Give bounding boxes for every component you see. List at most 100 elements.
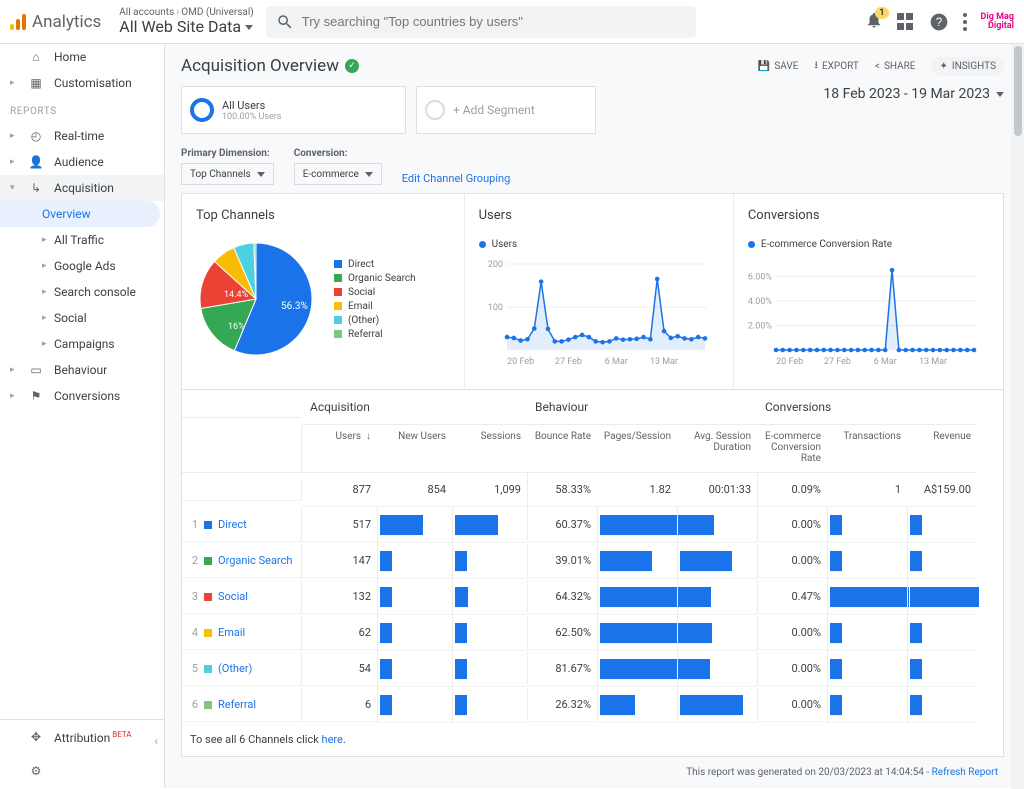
nav-home[interactable]: ⌂Home (0, 44, 164, 70)
help-icon[interactable]: ? (929, 12, 949, 32)
export-button[interactable]: ⭳EXPORT (814, 58, 858, 75)
primary-dimension-label: Primary Dimension: (181, 148, 274, 159)
col-new-users[interactable]: New Users (377, 425, 452, 473)
nav-search-console-label: Search console (54, 285, 136, 299)
svg-text:6.00%: 6.00% (748, 272, 772, 282)
account-brand[interactable]: Dig MagDigital (981, 13, 1014, 31)
col-rev[interactable]: Revenue (907, 425, 977, 473)
refresh-report-link[interactable]: Refresh Report (932, 767, 998, 778)
col-ecr[interactable]: E-commerce Conversion Rate (757, 425, 827, 473)
nav-conversions[interactable]: ▸⚑Conversions (0, 383, 164, 409)
left-nav: ⌂Home ▸▦Customisation REPORTS ▸◴Real-tim… (0, 44, 165, 788)
share-button[interactable]: <SHARE (875, 61, 916, 72)
nav-customisation-label: Customisation (54, 76, 132, 90)
svg-text:200: 200 (487, 260, 502, 270)
clock-icon: ◴ (28, 128, 44, 144)
analytics-logo[interactable]: Analytics (10, 12, 101, 32)
row-ecr: 0.00% (757, 688, 827, 722)
save-label: SAVE (774, 61, 798, 72)
col-users[interactable]: Users ↓ (302, 425, 377, 473)
channel-link[interactable]: (Other) (218, 662, 252, 675)
row-sessions-bar (452, 507, 527, 543)
date-range-picker[interactable]: 18 Feb 2023 - 19 Mar 2023 (823, 86, 1004, 102)
row-trans-bar (827, 651, 907, 687)
collapse-nav-button[interactable]: ‹ (154, 734, 158, 748)
conversion-select[interactable]: E-commerce (294, 163, 382, 185)
swatch-icon (334, 316, 342, 324)
row-new-users-bar (377, 543, 452, 579)
nav-acquisition-overview[interactable]: Overview (0, 201, 160, 227)
top-actions: 1 ? Dig MagDigital (865, 11, 1014, 32)
group-acquisition: Acquisition (302, 390, 527, 425)
conv-legend: E-commerce Conversion Rate (748, 239, 989, 250)
insights-button[interactable]: ✦INSIGHTS (931, 57, 1004, 76)
dimension-controls: Primary Dimension: Top Channels Conversi… (181, 148, 1004, 185)
chart-cards: Top Channels 56.3%14.4%16% DirectOrganic… (181, 193, 1004, 390)
notifications-button[interactable]: 1 (865, 11, 883, 32)
more-menu-button[interactable] (963, 13, 967, 31)
apps-button[interactable] (897, 13, 915, 31)
total-users: 877 (302, 473, 377, 507)
nav-acquisition-label: Acquisition (54, 181, 114, 195)
channel-link[interactable]: Organic Search (218, 554, 292, 567)
nav-campaigns[interactable]: ▸Campaigns (0, 331, 164, 357)
page-title: Acquisition Overview (181, 56, 339, 76)
col-asd[interactable]: Avg. Session Duration (677, 425, 757, 473)
nav-google-ads[interactable]: ▸Google Ads (0, 253, 164, 279)
edit-channel-grouping-link[interactable]: Edit Channel Grouping (402, 172, 511, 185)
table-group-header: Acquisition Behaviour Conversions (182, 390, 1003, 425)
save-button[interactable]: 💾SAVE (758, 61, 799, 72)
property-selector[interactable]: All accounts›OMD (Universal) All Web Sit… (119, 7, 253, 36)
col-bounce[interactable]: Bounce Rate (527, 425, 597, 473)
scrollbar[interactable] (1011, 44, 1024, 789)
channel-link[interactable]: Direct (218, 518, 247, 531)
group-conversions: Conversions (757, 390, 977, 425)
search-icon (276, 13, 294, 31)
total-trans: 1 (827, 473, 907, 507)
svg-text:27 Feb: 27 Feb (824, 357, 851, 367)
nav-admin[interactable]: ⚙ (0, 754, 164, 788)
total-rev: A$159.00 (907, 473, 977, 507)
col-pps[interactable]: Pages/Session (597, 425, 677, 473)
channel-link[interactable]: Referral (218, 698, 256, 711)
nav-audience[interactable]: ▸👤Audience (0, 149, 164, 175)
primary-dimension-select[interactable]: Top Channels (181, 163, 274, 185)
beta-badge: BETA (112, 730, 131, 739)
table-row: 3Social13264.32%0.47% (182, 579, 1003, 615)
channel-link[interactable]: Email (218, 626, 245, 639)
dashboard-icon: ▦ (28, 75, 44, 91)
search-bar[interactable] (266, 6, 696, 38)
legend-item: Direct (334, 259, 416, 270)
row-trans-bar (827, 687, 907, 723)
col-trans[interactable]: Transactions (827, 425, 907, 473)
swatch-icon (334, 288, 342, 296)
nav-social[interactable]: ▸Social (0, 305, 164, 331)
row-pps-bar (597, 651, 677, 687)
segment-all-users[interactable]: All Users100.00% Users (181, 86, 406, 134)
nav-customisation[interactable]: ▸▦Customisation (0, 70, 164, 96)
nav-real-time[interactable]: ▸◴Real-time (0, 123, 164, 149)
channel-swatch-icon (204, 521, 212, 529)
search-input[interactable] (302, 14, 686, 29)
channel-link[interactable]: Social (218, 590, 248, 603)
nav-behaviour[interactable]: ▸▭Behaviour (0, 357, 164, 383)
legend-item: Email (334, 301, 416, 312)
legend-label: Direct (348, 259, 374, 270)
row-asd-bar (677, 651, 757, 687)
row-new-users-bar (377, 687, 452, 723)
nav-all-traffic[interactable]: ▸All Traffic (0, 227, 164, 253)
total-pps: 1.82 (597, 473, 677, 507)
add-segment-button[interactable]: + Add Segment (416, 86, 596, 134)
nav-attribution[interactable]: ✥AttributionBETA (0, 720, 164, 754)
row-new-users-bar (377, 651, 452, 687)
conversions-title: Conversions (748, 208, 989, 223)
row-new-users-bar (377, 507, 452, 543)
row-pps-bar (597, 543, 677, 579)
row-rank: 6 (188, 698, 198, 711)
nav-search-console[interactable]: ▸Search console (0, 279, 164, 305)
col-sessions[interactable]: Sessions (452, 425, 527, 473)
nav-acquisition[interactable]: ▾↳Acquisition (0, 175, 164, 201)
channel-swatch-icon (204, 701, 212, 709)
legend-label: Organic Search (348, 273, 416, 284)
table-footer-link[interactable]: here (322, 733, 343, 746)
